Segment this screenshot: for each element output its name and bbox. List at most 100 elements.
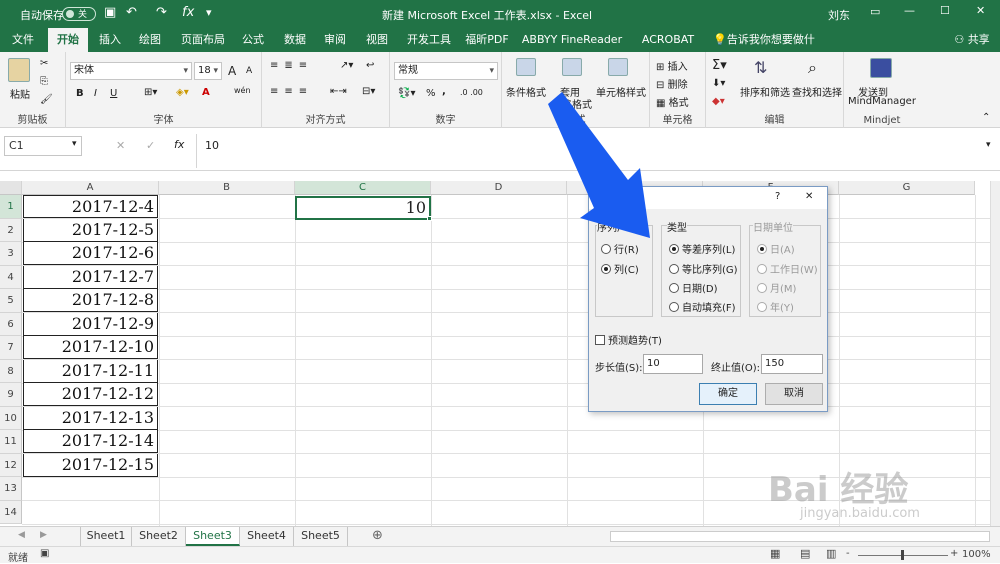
zoom-level[interactable]: 100% — [962, 549, 991, 560]
borders-icon[interactable]: ⊞▾ — [144, 87, 157, 98]
grow-font-icon[interactable]: A — [228, 64, 236, 78]
sheet-tab-2[interactable]: Sheet2 — [132, 527, 186, 546]
ribbon-display-icon[interactable]: ▭ — [870, 5, 880, 18]
step-value-input[interactable]: 10 — [643, 354, 703, 374]
cell-a3[interactable]: 2017-12-6 — [23, 242, 158, 265]
shrink-font-icon[interactable]: A — [246, 66, 252, 76]
decimal-icons[interactable]: .0 .00 — [460, 88, 483, 97]
minimize-icon[interactable]: — — [904, 4, 915, 17]
page-layout-view-icon[interactable]: ▤ — [800, 547, 810, 560]
cell-a9[interactable]: 2017-12-12 — [23, 383, 158, 406]
quick-fx-icon[interactable]: fx — [182, 5, 194, 20]
sheet-tab-4[interactable]: Sheet4 — [240, 527, 294, 546]
page-break-view-icon[interactable]: ▥ — [826, 547, 836, 560]
horizontal-align-icons[interactable]: ≡≡≡ — [270, 86, 313, 97]
customize-icon[interactable]: ▾ — [206, 6, 212, 19]
cell-a1[interactable]: 2017-12-4 — [23, 195, 158, 218]
mindmanager-icon[interactable] — [870, 58, 892, 78]
number-format-select[interactable]: 常规 — [394, 62, 498, 80]
tab-home[interactable]: 开始 — [48, 28, 88, 52]
scroll-right-icon[interactable]: ▶ — [40, 530, 47, 540]
accounting-icon[interactable]: 💱▾ — [398, 88, 415, 99]
dialog-close-icon[interactable]: ✕ — [805, 191, 813, 202]
row-header[interactable]: 10 — [0, 406, 22, 430]
normal-view-icon[interactable]: ▦ — [770, 547, 780, 560]
row-header[interactable]: 9 — [0, 383, 22, 407]
cancel-entry-icon[interactable]: ✕ — [116, 139, 125, 152]
format-cells-button[interactable]: ▦ 格式 — [656, 94, 689, 109]
vertical-align-icons[interactable]: ≡≣≡ — [270, 60, 313, 71]
tab-acrobat[interactable]: ACROBAT — [638, 28, 698, 52]
radio-year[interactable]: 年(Y) — [757, 299, 794, 314]
ok-button[interactable]: 确定 — [699, 383, 757, 405]
wrap-text-icon[interactable]: ↩ — [366, 60, 374, 71]
cell-a7[interactable]: 2017-12-10 — [23, 336, 158, 359]
table-format-icon[interactable] — [562, 58, 582, 76]
cell-c1[interactable]: 10 — [295, 196, 431, 220]
name-box-dropdown-icon[interactable]: ▾ — [72, 139, 77, 149]
radio-month[interactable]: 月(M) — [757, 280, 796, 295]
name-box[interactable]: C1 — [4, 136, 82, 156]
cell-a12[interactable]: 2017-12-15 — [23, 453, 158, 477]
format-painter-icon[interactable]: 🖌 — [40, 94, 53, 105]
user-name[interactable]: 刘东 — [828, 7, 850, 23]
find-select-icon[interactable]: ⌕ — [808, 58, 817, 78]
cell-a2[interactable]: 2017-12-5 — [23, 218, 158, 242]
radio-weekday[interactable]: 工作日(W) — [757, 261, 818, 276]
tab-abbyy[interactable]: ABBYY FineReader 12 — [516, 28, 628, 70]
row-header[interactable]: 7 — [0, 336, 22, 360]
find-select-button[interactable]: 查找和选择 — [792, 84, 842, 99]
tell-me-box[interactable]: 💡告诉我你想要做什么 — [712, 28, 816, 70]
column-header-c[interactable]: C — [295, 181, 431, 195]
conditional-format-icon[interactable] — [516, 58, 536, 76]
maximize-icon[interactable]: ☐ — [940, 4, 950, 17]
cell-a6[interactable]: 2017-12-9 — [23, 312, 158, 336]
tab-insert[interactable]: 插入 — [92, 28, 128, 52]
formula-input[interactable]: 10 — [196, 134, 996, 168]
trend-checkbox[interactable]: 预测趋势(T) — [595, 332, 662, 347]
font-size-select[interactable]: 18 — [194, 62, 222, 80]
radio-date[interactable]: 日期(D) — [669, 280, 718, 295]
row-header[interactable]: 5 — [0, 289, 22, 313]
zoom-out-button[interactable]: - — [846, 548, 850, 559]
comma-button[interactable]: , — [442, 86, 446, 97]
collapse-ribbon-icon[interactable]: ⌃ — [982, 112, 990, 123]
italic-button[interactable]: I — [94, 88, 97, 99]
save-icon[interactable]: ▣ — [104, 5, 116, 20]
sheet-tab-3[interactable]: Sheet3 — [186, 527, 240, 546]
underline-button[interactable]: U — [110, 88, 117, 99]
row-header[interactable]: 6 — [0, 312, 22, 336]
cell-styles-button[interactable]: 单元格样式 — [596, 84, 646, 99]
row-header[interactable]: 14 — [0, 500, 22, 524]
tab-formulas[interactable]: 公式 — [236, 28, 270, 52]
new-sheet-icon[interactable]: ⊕ — [372, 528, 383, 543]
row-header[interactable]: 4 — [0, 265, 22, 289]
radio-autofill[interactable]: 自动填充(F) — [669, 299, 736, 314]
sheet-tab-5[interactable]: Sheet5 — [294, 527, 348, 546]
row-header[interactable]: 1 — [0, 195, 22, 219]
sort-filter-icon[interactable]: ⇅ — [754, 58, 767, 77]
fill-color-icon[interactable]: ◈▾ — [176, 87, 189, 98]
tab-draw[interactable]: 绘图 — [132, 28, 168, 52]
orientation-icon[interactable]: ↗▾ — [340, 60, 353, 71]
sheet-tab-1[interactable]: Sheet1 — [80, 527, 132, 546]
tab-page-layout[interactable]: 页面布局 — [176, 28, 230, 52]
cut-icon[interactable]: ✂ — [40, 58, 48, 69]
phonetic-icon[interactable]: wén — [234, 86, 251, 95]
tab-file[interactable]: 文件 — [6, 28, 40, 52]
tab-foxit-pdf[interactable]: 福昕PDF — [464, 28, 510, 52]
conditional-format-button[interactable]: 条件格式 — [506, 84, 546, 99]
fill-handle[interactable] — [427, 216, 432, 221]
indent-icons[interactable]: ⇤⇥ — [330, 86, 347, 97]
row-header[interactable]: 8 — [0, 359, 22, 383]
tab-developer[interactable]: 开发工具 — [402, 28, 456, 52]
autosum-icon[interactable]: Σ▾ — [712, 58, 727, 73]
scroll-left-icon[interactable]: ◀ — [18, 530, 25, 540]
radio-columns[interactable]: 列(C) — [601, 261, 639, 276]
expand-formula-icon[interactable]: ▾ — [986, 140, 991, 150]
macro-record-icon[interactable]: ▣ — [40, 548, 49, 559]
clear-icon[interactable]: ◆▾ — [712, 96, 725, 107]
cell-styles-icon[interactable] — [608, 58, 628, 76]
column-header-g[interactable]: G — [839, 181, 975, 195]
row-header[interactable]: 3 — [0, 242, 22, 266]
